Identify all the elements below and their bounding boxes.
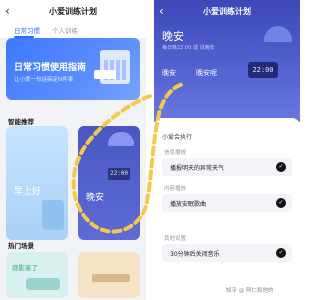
smart-recommend-heading: 智能推荐: [8, 118, 34, 126]
action-item-stop-music[interactable]: 30分钟后关闭音乐 ✓: [162, 244, 292, 262]
card-good-night[interactable]: 22:00 晚安: [78, 126, 140, 240]
left-screen: ‹ 小爱训练计划 日常习惯 个人训练 日常习惯使用指南 让小爱一句话搞定N件事 …: [0, 0, 146, 300]
exec-heading: 小爱会执行: [162, 134, 193, 141]
clock-display: 22:00: [248, 62, 278, 78]
action-item-label: 播放安眠歌曲: [170, 201, 207, 208]
trigger-chip-1: 晚安: [162, 69, 176, 77]
section-other-settings: 其他设置: [164, 236, 187, 242]
card-good-night-label: 晚安: [86, 193, 105, 203]
action-sheet: 小爱会执行 信息播报 播报明天的异常天气 ✓ 内容播放 播放安眠歌曲 ✓ 其他设…: [154, 118, 300, 300]
lamp-illustration: [264, 26, 292, 42]
hot-scenes-heading: 热门场景: [8, 242, 34, 250]
calendar-bar: [94, 70, 116, 79]
hero-subtitle: 每日晚22:00 或 说晚安: [162, 45, 215, 51]
page-title: 小爱训练计划: [49, 7, 97, 16]
check-icon[interactable]: ✓: [276, 162, 286, 172]
tab-daily-habits[interactable]: 日常习惯: [14, 25, 40, 35]
check-icon[interactable]: ✓: [276, 248, 286, 258]
desk-illustration: [92, 274, 130, 282]
hero-title: 晚安: [162, 30, 184, 43]
action-item-lullaby[interactable]: 播放安眠歌曲 ✓: [162, 194, 292, 212]
left-header: ‹ 小爱训练计划: [0, 0, 146, 24]
guide-title: 日常习惯使用指南: [14, 63, 87, 73]
guide-subtitle: 让小爱一句话搞定N件事: [14, 77, 74, 83]
card-movie-home[interactable]: 观影家了: [6, 252, 68, 298]
right-screen: ‹ 小爱训练计划 晚安 每日晚22:00 或 说晚安 晚安 晚安呢 22:00 …: [154, 0, 300, 300]
card-movie-home-label: 观影家了: [12, 264, 38, 272]
section-content-play: 内容播放: [164, 186, 187, 192]
action-item-weather[interactable]: 播报明天的异常天气 ✓: [162, 158, 292, 176]
check-icon[interactable]: ✓: [276, 198, 286, 208]
plant-illustration: [42, 200, 64, 230]
tab-personal-training[interactable]: 个人训练: [52, 25, 78, 35]
tab-bar: 日常习惯 个人训练: [0, 24, 146, 38]
clock-display: 22:00: [108, 168, 130, 180]
lamp-illustration: [108, 132, 134, 146]
habit-guide-banner[interactable]: 日常习惯使用指南 让小爱一句话搞定N件事: [6, 38, 140, 100]
trigger-chip-2: 晚安呢: [196, 69, 217, 77]
sofa-illustration: [26, 278, 60, 290]
page-title: 小爱训练计划: [203, 7, 251, 16]
card-hot-scene-2[interactable]: [78, 252, 140, 298]
card-good-morning[interactable]: 早上好: [6, 126, 68, 240]
section-info-broadcast: 信息播报: [164, 150, 187, 156]
card-good-morning-label: 早上好: [14, 187, 42, 197]
action-item-label: 30分钟后关闭音乐: [170, 251, 220, 258]
action-item-label: 播报明天的异常天气: [170, 165, 225, 172]
night-hero: ‹ 小爱训练计划 晚安 每日晚22:00 或 说晚安 晚安 晚安呢 22:00: [154, 0, 300, 122]
watermark: 知乎 @ 阿仁和他的: [226, 288, 274, 294]
